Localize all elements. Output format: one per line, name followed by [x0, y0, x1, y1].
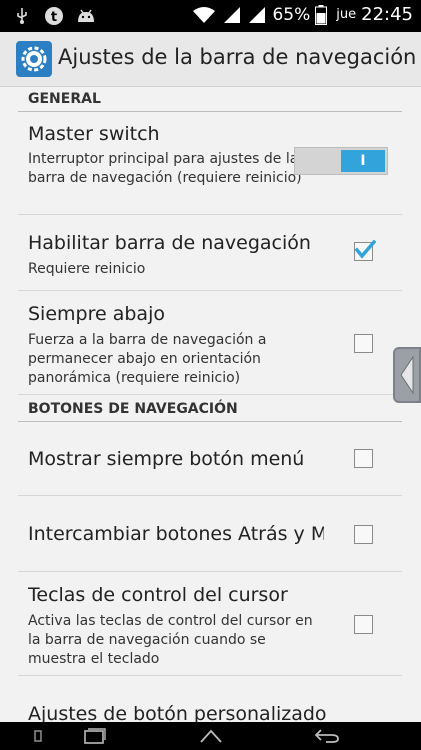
status-time: 22:45	[361, 4, 413, 25]
recent-apps-icon[interactable]	[80, 726, 110, 746]
settings-gear-icon[interactable]	[16, 41, 52, 77]
wifi-icon	[191, 5, 217, 25]
pref-summary: Activa las teclas de control del cursor …	[28, 613, 313, 667]
usb-icon	[12, 6, 32, 26]
status-day: jue	[336, 7, 357, 22]
battery-percent: 65%	[272, 4, 311, 25]
pref-master-switch[interactable]: Master switch Interruptor principal para…	[18, 113, 402, 215]
pref-enable-navbar[interactable]: Habilitar barra de navegación Requiere r…	[18, 215, 402, 291]
pref-title: Siempre abajo	[28, 303, 165, 325]
swap-buttons-checkbox[interactable]	[354, 525, 373, 544]
show-menu-checkbox[interactable]	[354, 449, 373, 468]
cursor-keys-checkbox[interactable]	[354, 615, 373, 634]
pref-summary: Interruptor principal para ajustes de la…	[28, 151, 302, 186]
back-icon[interactable]	[312, 726, 342, 746]
android-icon	[76, 6, 96, 26]
pref-title: Intercambiar botones Atrás y M	[28, 523, 324, 545]
pref-summary: Requiere reinicio	[28, 261, 146, 277]
action-bar: Ajustes de la barra de navegación	[0, 32, 421, 87]
app-notification-icon: t	[44, 6, 64, 26]
pref-title: Habilitar barra de navegación	[28, 232, 311, 254]
pref-title: Mostrar siempre botón menú	[28, 448, 305, 470]
pref-show-menu[interactable]: Mostrar siempre botón menú	[18, 422, 402, 496]
master-switch-toggle[interactable]: I	[294, 147, 388, 175]
signal-icon	[222, 5, 242, 25]
battery-icon	[315, 4, 328, 25]
pref-summary: Fuerza a la barra de navegación a perman…	[28, 332, 267, 386]
page-title: Ajustes de la barra de navegación	[58, 45, 417, 69]
svg-text:t: t	[51, 10, 57, 25]
check-mark-icon	[354, 240, 376, 259]
pref-always-down[interactable]: Siempre abajo Fuerza a la barra de naveg…	[18, 291, 402, 395]
pref-custom-button[interactable]: Ajustes de botón personalizado	[18, 676, 402, 722]
section-header-nav-buttons: BOTONES DE NAVEGACIÓN	[18, 398, 402, 422]
always-down-checkbox[interactable]	[354, 334, 373, 353]
menu-dot-icon[interactable]	[30, 726, 46, 746]
preferences-list[interactable]: GENERAL Master switch Interruptor princi…	[0, 87, 421, 722]
pref-swap-buttons[interactable]: Intercambiar botones Atrás y M	[18, 496, 402, 572]
section-header-general: GENERAL	[18, 88, 402, 112]
home-icon[interactable]	[196, 726, 226, 746]
chevron-left-icon	[400, 355, 414, 395]
pref-cursor-keys[interactable]: Teclas de control del cursor Activa las …	[18, 572, 402, 676]
switch-thumb: I	[341, 150, 385, 172]
pref-title: Ajustes de botón personalizado	[28, 703, 327, 722]
status-bar: t 65% jue 22:45	[0, 0, 421, 32]
navigation-bar	[0, 722, 421, 750]
side-handle[interactable]	[393, 347, 421, 403]
signal-icon-2	[247, 5, 267, 25]
enable-navbar-checkbox[interactable]	[354, 240, 376, 261]
pref-title: Teclas de control del cursor	[28, 584, 288, 606]
pref-title: Master switch	[28, 123, 160, 145]
